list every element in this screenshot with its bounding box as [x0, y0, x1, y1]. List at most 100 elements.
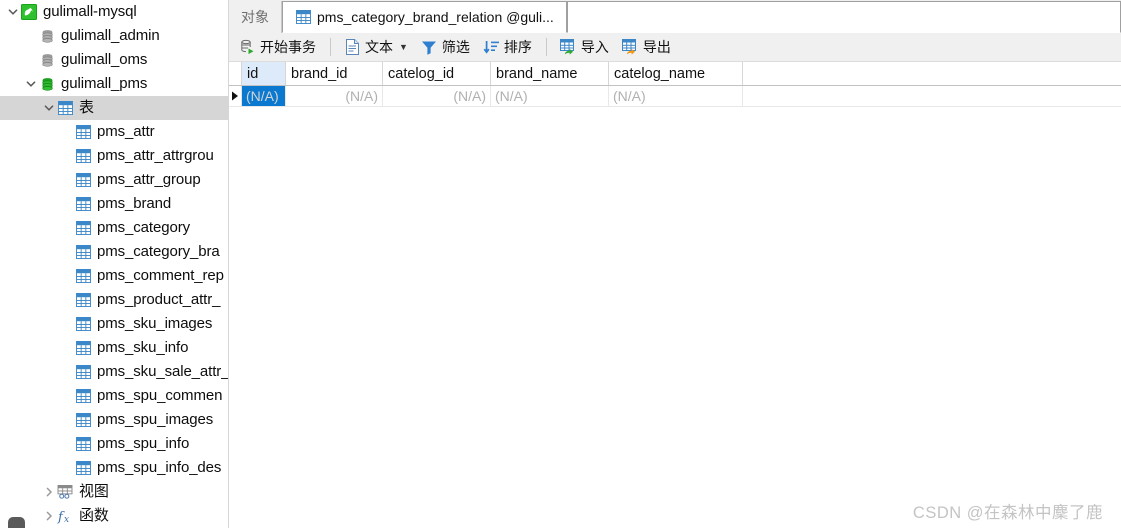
- function-icon: fx: [56, 507, 74, 525]
- toolbar-button-sort[interactable]: 排序: [477, 35, 538, 59]
- tree-node[interactable]: gulimall_pms: [0, 72, 228, 96]
- tree-node-label: pms_category: [97, 219, 191, 236]
- tree-indent-spacer: [0, 384, 60, 408]
- table-icon: [74, 363, 92, 381]
- chevron-right-icon[interactable]: [42, 480, 56, 504]
- tree-twisty-placeholder: [60, 360, 74, 384]
- table-icon: [74, 411, 92, 429]
- data-grid[interactable]: id brand_id catelog_id brand_name catelog_na…: [229, 62, 1121, 528]
- table-icon: [74, 339, 92, 357]
- tree-indent-spacer: [0, 24, 24, 48]
- tree-node[interactable]: pms_spu_images: [0, 408, 228, 432]
- tree-node-label: 函数: [79, 507, 109, 524]
- column-header[interactable]: id: [242, 62, 286, 85]
- tree-node[interactable]: f x 函数: [0, 504, 228, 528]
- tree-node[interactable]: pms_sku_sale_attr_: [0, 360, 228, 384]
- table-icon: [74, 435, 92, 453]
- table-icon: [74, 243, 92, 261]
- tree-node[interactable]: pms_attr_attrgrou: [0, 144, 228, 168]
- tree-node[interactable]: 表: [0, 96, 228, 120]
- tree-node[interactable]: gulimall_admin: [0, 24, 228, 48]
- tab-objects[interactable]: 对象: [229, 1, 282, 33]
- tree-node-label: 视图: [79, 483, 109, 500]
- tree-node[interactable]: pms_attr: [0, 120, 228, 144]
- toolbar-button-label: 排序: [503, 39, 532, 55]
- tree-node[interactable]: pms_product_attr_: [0, 288, 228, 312]
- table-icon: [74, 219, 92, 237]
- chevron-right-icon: [44, 487, 54, 497]
- column-header[interactable]: brand_name: [491, 62, 609, 85]
- grid-body[interactable]: (N/A) (N/A) (N/A) (N/A) (N/A): [229, 86, 1121, 107]
- tree-node[interactable]: pms_sku_images: [0, 312, 228, 336]
- chevron-right-icon[interactable]: [42, 504, 56, 528]
- nav-application-window: gulimall-mysql gulimall_admin gulimall_oms…: [0, 0, 1121, 528]
- svg-text:x: x: [64, 515, 69, 524]
- chevron-down-icon[interactable]: [42, 96, 56, 120]
- tree-twisty-placeholder: [60, 408, 74, 432]
- export-icon: [621, 39, 639, 56]
- tab-active[interactable]: pms_category_brand_relation @guli...: [282, 1, 567, 33]
- toolbar-button-label: 筛选: [441, 39, 470, 55]
- sort-icon: [483, 39, 500, 56]
- table-cell[interactable]: (N/A): [609, 86, 743, 106]
- toolbar-button-export[interactable]: 导出: [616, 35, 677, 59]
- table-cell[interactable]: (N/A): [242, 86, 286, 106]
- column-header[interactable]: brand_id: [286, 62, 383, 85]
- table-icon: [74, 315, 92, 333]
- tree-node[interactable]: pms_category_bra: [0, 240, 228, 264]
- chevron-down-icon[interactable]: ▼: [399, 42, 408, 52]
- mysql-connection-icon: [20, 3, 38, 21]
- tab-strip[interactable]: 对象 pms_category_brand_relation @guli...: [229, 0, 1121, 33]
- row-indicator[interactable]: [229, 86, 242, 106]
- toolbar-button-filter[interactable]: 筛选: [415, 35, 476, 59]
- tree-node[interactable]: pms_attr_group: [0, 168, 228, 192]
- tree-twisty-placeholder: [60, 240, 74, 264]
- table-cell-value: (N/A): [345, 88, 378, 104]
- tree-node[interactable]: pms_spu_info_des: [0, 456, 228, 480]
- tree-node[interactable]: pms_brand: [0, 192, 228, 216]
- chevron-down-icon: [8, 7, 18, 17]
- chevron-down-icon[interactable]: [6, 0, 20, 24]
- object-tree-sidebar[interactable]: gulimall-mysql gulimall_admin gulimall_oms…: [0, 0, 229, 528]
- tree-node-label: gulimall-mysql: [43, 3, 137, 20]
- database-icon-green: [38, 75, 56, 93]
- toolbar-button-import[interactable]: 导入: [554, 35, 615, 59]
- tab-label: pms_category_brand_relation @guli...: [317, 9, 554, 25]
- export-icon: [621, 39, 639, 56]
- tree-node-label: pms_brand: [97, 195, 172, 212]
- table-cell[interactable]: (N/A): [286, 86, 383, 106]
- tree-node-label: pms_attr_attrgrou: [97, 147, 214, 164]
- tree-node[interactable]: gulimall_oms: [0, 48, 228, 72]
- tree-twisty-placeholder: [60, 192, 74, 216]
- toolbar-button-text[interactable]: 文本 ▼: [338, 35, 414, 59]
- toolbar-button-begin-transaction[interactable]: 开始事务: [233, 35, 322, 59]
- column-header-label: catelog_id: [388, 65, 455, 82]
- tree-indent-spacer: [0, 72, 24, 96]
- tree-node[interactable]: pms_spu_info: [0, 432, 228, 456]
- tree-node[interactable]: pms_comment_rep: [0, 264, 228, 288]
- toolbar-button-label: 开始事务: [260, 39, 316, 55]
- table-cell-value: (N/A): [613, 88, 646, 104]
- database-icon-green: [38, 75, 56, 93]
- tree-node[interactable]: pms_category: [0, 216, 228, 240]
- table-icon: [74, 195, 92, 213]
- tree-node[interactable]: pms_spu_commen: [0, 384, 228, 408]
- table-icon: [74, 195, 92, 213]
- table-cell[interactable]: (N/A): [383, 86, 491, 106]
- chevron-down-icon[interactable]: [24, 72, 38, 96]
- tree-node-label: 表: [79, 99, 94, 116]
- table-icon: [74, 459, 92, 477]
- grid-column-header-row[interactable]: id brand_id catelog_id brand_name catelog_na…: [229, 62, 1121, 86]
- table-icon: [74, 411, 92, 429]
- column-header[interactable]: catelog_id: [383, 62, 491, 85]
- column-header[interactable]: catelog_name: [609, 62, 743, 85]
- table-row[interactable]: (N/A) (N/A) (N/A) (N/A) (N/A): [229, 86, 1121, 107]
- tab-label: 对象: [241, 9, 269, 25]
- table-cell-value: (N/A): [453, 88, 486, 104]
- data-grid-toolbar[interactable]: 开始事务 文本 ▼ 筛选 排序 导入 导出: [229, 33, 1121, 62]
- tree-twisty-placeholder: [24, 24, 38, 48]
- tree-node[interactable]: 视图: [0, 480, 228, 504]
- tree-node[interactable]: pms_sku_info: [0, 336, 228, 360]
- tree-node[interactable]: gulimall-mysql: [0, 0, 228, 24]
- table-cell[interactable]: (N/A): [491, 86, 609, 106]
